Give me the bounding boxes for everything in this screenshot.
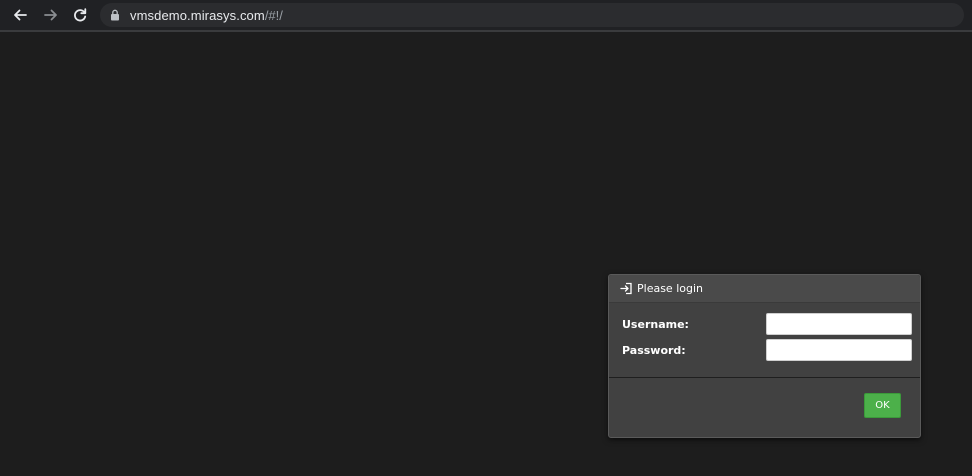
login-dialog-title: Please login [637,282,703,295]
lock-icon[interactable] [110,9,120,21]
reload-icon [72,7,88,23]
arrow-left-icon [12,7,28,23]
back-button[interactable] [11,6,29,24]
arrow-right-icon [43,7,59,23]
username-field[interactable] [766,313,912,335]
reload-button[interactable] [71,6,89,24]
username-label: Username: [622,318,689,331]
browser-toolbar: vmsdemo.mirasys.com/#!/ [0,0,972,32]
url-host: vmsdemo.mirasys.com [130,7,265,23]
password-field[interactable] [766,339,912,361]
divider [609,377,920,378]
forward-button[interactable] [42,6,60,24]
address-bar[interactable]: vmsdemo.mirasys.com/#!/ [100,3,964,27]
login-icon [619,282,633,296]
login-dialog-header: Please login [609,275,920,303]
password-label: Password: [622,344,686,357]
ok-button[interactable]: OK [864,393,901,418]
login-dialog: Please login Username: Password: OK [608,274,921,438]
url-path: /#!/ [264,7,283,23]
